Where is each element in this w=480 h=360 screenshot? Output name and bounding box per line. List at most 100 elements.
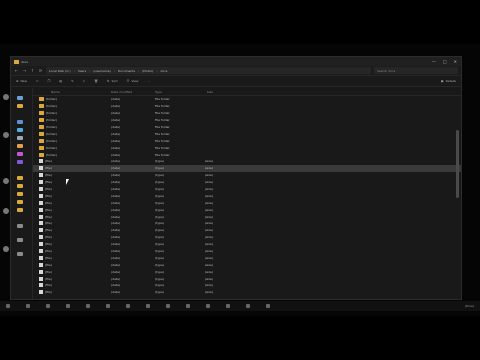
documents-icon[interactable] <box>17 136 23 140</box>
delete-icon[interactable]: 🗑 <box>94 79 98 83</box>
folder-icon[interactable] <box>17 176 23 180</box>
desktop-icon[interactable] <box>3 132 9 138</box>
column-header-date[interactable]: Date modified <box>111 90 155 94</box>
type-cell: (type) <box>155 283 165 288</box>
breadcrumb-item[interactable]: (username) <box>93 69 110 73</box>
details-pane-button[interactable]: ▣ Details <box>441 79 456 83</box>
breadcrumb-item[interactable]: docs <box>161 69 168 73</box>
table-row[interactable]: (file) (date) (type) (size) <box>33 275 461 282</box>
date-cell: (date) <box>111 97 121 102</box>
desktop-icon[interactable] <box>3 178 9 184</box>
table-row[interactable]: (file) (date) (type) (size) <box>33 248 461 255</box>
maximize-button[interactable]: □ <box>443 59 447 64</box>
home-icon[interactable] <box>17 96 23 100</box>
forward-button[interactable]: → <box>22 68 27 73</box>
notes-icon[interactable] <box>266 304 270 308</box>
paste-icon[interactable]: ▤ <box>59 79 62 83</box>
table-row[interactable]: (file) (date) (type) (size) <box>33 186 461 193</box>
editor-icon[interactable] <box>126 304 130 308</box>
sort-button[interactable]: ⇅ Sort <box>107 79 118 83</box>
clock[interactable]: (time) <box>465 304 474 308</box>
breadcrumb-item[interactable]: (folder) <box>142 69 153 73</box>
photos-icon[interactable] <box>246 304 250 308</box>
table-row[interactable]: (file) (date) (type) (size) <box>33 254 461 261</box>
more-button[interactable]: ··· <box>147 79 150 83</box>
cut-icon[interactable]: ✂ <box>36 79 39 83</box>
table-row[interactable]: (folder) (date) File folder <box>33 117 461 124</box>
network-icon[interactable] <box>17 252 23 256</box>
pictures-icon[interactable] <box>17 144 23 148</box>
downloads-icon[interactable] <box>17 128 23 132</box>
share-icon[interactable]: ⇪ <box>83 79 86 83</box>
this-pc-icon[interactable] <box>17 224 23 228</box>
table-row[interactable]: (file) (date) (type) (size) <box>33 282 461 289</box>
table-row[interactable]: (folder) (date) File folder <box>33 151 461 158</box>
folder-icon[interactable] <box>17 200 23 204</box>
folder-icon[interactable] <box>17 208 23 212</box>
settings-icon[interactable] <box>146 304 150 308</box>
terminal-icon[interactable] <box>106 304 110 308</box>
table-row[interactable]: (file) (date) (type) (size) <box>33 179 461 186</box>
desktop-icon[interactable] <box>17 120 23 124</box>
start-icon[interactable] <box>6 304 10 308</box>
date-cell: (date) <box>111 242 121 247</box>
file-explorer-icon[interactable] <box>66 304 70 308</box>
table-row[interactable]: (folder) (date) File folder <box>33 144 461 151</box>
column-header-name[interactable]: Name <box>33 90 111 94</box>
videos-icon[interactable] <box>17 160 23 164</box>
rename-icon[interactable]: ✎ <box>71 79 74 83</box>
table-row[interactable]: (folder) (date) File folder <box>33 110 461 117</box>
scrollbar[interactable] <box>456 130 459 198</box>
table-row[interactable]: (file) (date) (type) (size) <box>33 192 461 199</box>
desktop-icon[interactable] <box>3 246 9 252</box>
table-row[interactable]: (file) (date) (type) (size) <box>33 158 461 165</box>
folder-icon[interactable] <box>17 184 23 188</box>
table-row[interactable]: (folder) (date) File folder <box>33 124 461 131</box>
close-button[interactable]: ✕ <box>454 59 457 64</box>
back-button[interactable]: ← <box>14 68 19 73</box>
breadcrumb-item[interactable]: Local Disk (C:) <box>49 69 71 73</box>
store-icon[interactable] <box>166 304 170 308</box>
table-row[interactable]: (file) (date) (type) (size) <box>33 164 461 172</box>
folder-icon[interactable] <box>17 192 23 196</box>
table-row[interactable]: (file) (date) (type) (size) <box>33 206 461 213</box>
table-row[interactable]: (folder) (date) File folder <box>33 103 461 110</box>
minimize-button[interactable]: — <box>432 59 436 64</box>
breadcrumb-item[interactable]: Documents <box>118 69 135 73</box>
up-button[interactable]: ↑ <box>30 68 35 73</box>
column-header-type[interactable]: Type <box>155 90 189 94</box>
refresh-button[interactable]: ⟳ <box>38 68 43 73</box>
gallery-icon[interactable] <box>17 104 23 108</box>
file-name: (file) <box>45 276 52 281</box>
breadcrumb[interactable]: Local Disk (C:) › Users › (username) › D… <box>46 67 371 74</box>
mail-icon[interactable] <box>186 304 190 308</box>
table-row[interactable]: (file) (date) (type) (size) <box>33 220 461 227</box>
table-row[interactable]: (file) (date) (type) (size) <box>33 268 461 275</box>
table-row[interactable]: (file) (date) (type) (size) <box>33 289 461 296</box>
table-row[interactable]: (file) (date) (type) (size) <box>33 213 461 220</box>
task-view-icon[interactable] <box>46 304 50 308</box>
breadcrumb-item[interactable]: Users <box>78 69 86 73</box>
table-row[interactable]: (folder) (date) File folder <box>33 130 461 137</box>
table-row[interactable]: (file) (date) (type) (size) <box>33 261 461 268</box>
desktop-icon[interactable] <box>3 208 9 214</box>
media-icon[interactable] <box>206 304 210 308</box>
table-row[interactable]: (file) (date) (type) (size) <box>33 227 461 234</box>
chat-icon[interactable] <box>226 304 230 308</box>
search-input[interactable]: Search docs <box>374 67 458 74</box>
table-row[interactable]: (folder) (date) File folder <box>33 96 461 103</box>
music-icon[interactable] <box>17 152 23 156</box>
new-button[interactable]: ⊕ New <box>16 79 27 83</box>
table-row[interactable]: (folder) (date) File folder <box>33 137 461 144</box>
drive-icon[interactable] <box>17 238 23 242</box>
view-button[interactable]: ☰ View <box>127 79 139 83</box>
column-header-size[interactable]: Size <box>189 90 213 94</box>
search-icon[interactable] <box>26 304 30 308</box>
browser-icon[interactable] <box>86 304 90 308</box>
table-row[interactable]: (file) (date) (type) (size) <box>33 241 461 248</box>
table-row[interactable]: (file) (date) (type) (size) <box>33 234 461 241</box>
table-row[interactable]: (file) (date) (type) (size) <box>33 199 461 206</box>
table-row[interactable]: (file) (date) (type) (size) <box>33 172 461 179</box>
copy-icon[interactable]: ❐ <box>48 79 51 83</box>
desktop-icon[interactable] <box>3 94 9 100</box>
